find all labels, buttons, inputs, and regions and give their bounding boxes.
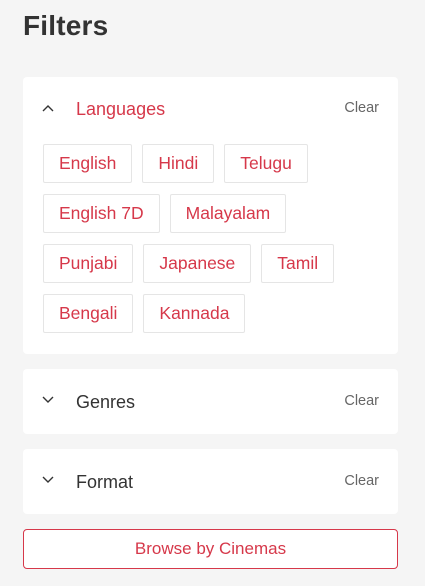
genres-filter-title: Genres [76,392,136,412]
language-chip-punjabi[interactable]: Punjabi [43,244,134,283]
language-chip-tamil[interactable]: Tamil [261,244,335,283]
format-filter-title: Format [76,472,134,492]
chevron-down-icon [41,472,55,486]
languages-filter-header[interactable]: Languages Clear [23,77,398,142]
language-chip-malayalam[interactable]: Malayalam [169,194,287,233]
language-chip-kannada[interactable]: Kannada [143,294,246,333]
chevron-down-icon [41,392,55,406]
language-options-row: English 7D Malayalam [43,194,383,233]
chevron-up-icon [41,101,55,115]
language-options: English Hindi Telugu English 7D Malayala… [43,144,383,344]
language-chip-telugu[interactable]: Telugu [224,144,308,183]
language-chip-english[interactable]: English [43,144,133,183]
language-options-row: Bengali Kannada [43,294,383,333]
languages-filter-title: Languages [76,99,166,119]
genres-filter-card: Genres Clear [23,369,398,434]
filters-panel: Filters Languages Clear English Hindi Te… [0,0,425,586]
format-clear-button[interactable]: Clear [344,472,379,490]
format-filter-card: Format Clear [23,449,398,514]
format-filter-header[interactable]: Format Clear [23,449,398,514]
language-chip-bengali[interactable]: Bengali [43,294,134,333]
language-options-row: English Hindi Telugu [43,144,383,183]
page-title: Filters [23,10,109,41]
language-chip-hindi[interactable]: Hindi [142,144,215,183]
browse-by-cinemas-button[interactable]: Browse by Cinemas [23,529,398,569]
language-options-row: Punjabi Japanese Tamil [43,244,383,283]
language-chip-english-7d[interactable]: English 7D [43,194,160,233]
languages-filter-card: Languages Clear English Hindi Telugu Eng… [23,77,398,354]
genres-filter-header[interactable]: Genres Clear [23,369,398,434]
language-chip-japanese[interactable]: Japanese [143,244,252,283]
languages-clear-button[interactable]: Clear [344,99,379,117]
genres-clear-button[interactable]: Clear [344,392,379,410]
